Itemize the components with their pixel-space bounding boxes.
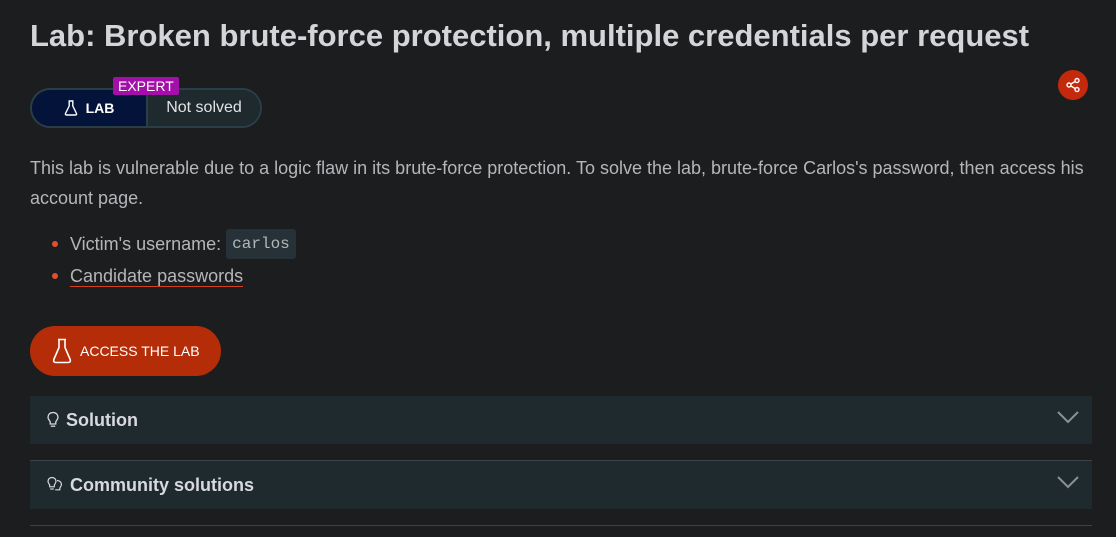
- victim-username-value: carlos: [226, 229, 296, 259]
- chevron-down-icon: [1057, 476, 1079, 489]
- lightbulbs-icon: [47, 476, 63, 491]
- solved-status: Not solved: [148, 90, 260, 126]
- solution-accordion[interactable]: Solution: [30, 396, 1092, 444]
- community-solutions-accordion[interactable]: Community solutions: [30, 461, 1092, 509]
- list-item: Candidate passwords: [30, 260, 296, 292]
- flask-icon: [64, 100, 77, 116]
- access-lab-label: ACCESS THE LAB: [80, 343, 200, 359]
- lab-type-tag: LAB: [32, 90, 148, 126]
- victim-username-label: Victim's username:: [70, 233, 222, 254]
- solution-title: Solution: [66, 409, 138, 430]
- lightbulb-icon: [47, 411, 59, 427]
- share-button[interactable]: [1058, 70, 1088, 100]
- candidate-passwords-link[interactable]: Candidate passwords: [70, 266, 244, 287]
- lab-type-label: LAB: [85, 100, 115, 116]
- community-solutions-title: Community solutions: [70, 474, 254, 495]
- lab-description: This lab is vulnerable due to a logic fl…: [30, 158, 1084, 208]
- access-lab-button[interactable]: ACCESS THE LAB: [30, 326, 221, 376]
- divider: [30, 525, 1092, 526]
- level-badge: EXPERT: [113, 77, 179, 95]
- list-item: Victim's username: carlos: [30, 228, 296, 260]
- lab-page: Lab: Broken brute-force protection, mult…: [0, 0, 1116, 537]
- share-icon: [1066, 77, 1080, 93]
- chevron-down-icon: [1057, 411, 1079, 424]
- flask-icon: [52, 338, 72, 364]
- page-title: Lab: Broken brute-force protection, mult…: [30, 18, 1030, 53]
- lab-info-list: Victim's username: carlos Candidate pass…: [30, 228, 296, 292]
